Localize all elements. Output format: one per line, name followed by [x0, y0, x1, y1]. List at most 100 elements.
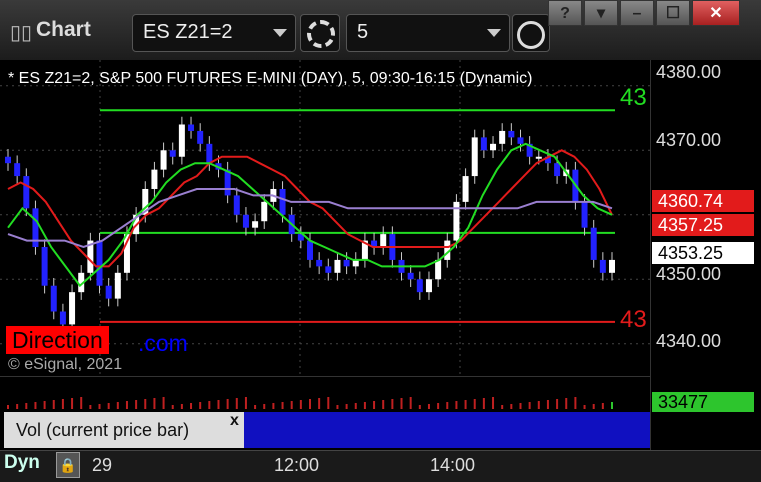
y-tick-label: 4350.00 [656, 264, 722, 284]
candle [169, 150, 176, 157]
volume-bar [89, 405, 92, 409]
candle [242, 214, 249, 228]
volume-bar [199, 402, 202, 409]
volume-bar [43, 401, 46, 409]
candle [462, 176, 469, 202]
chevron-down-icon[interactable] [487, 29, 501, 37]
candle [206, 143, 213, 164]
symbol-value: ES Z21=2 [143, 21, 233, 43]
volume-bar [592, 404, 595, 409]
candle [599, 259, 606, 273]
x-tick-label: 29 [92, 455, 113, 475]
candle [14, 163, 21, 177]
candle [114, 272, 121, 299]
volume-bar [254, 405, 257, 409]
candle [380, 234, 387, 248]
volume-bar [125, 401, 128, 409]
gear-icon[interactable] [300, 14, 340, 52]
x-tick-label: 14:00 [430, 455, 476, 475]
candle [325, 266, 332, 273]
volume-bar [519, 403, 522, 409]
interval-selector[interactable]: 5 [346, 14, 510, 52]
volume-bar [501, 405, 504, 409]
volume-bar [290, 401, 293, 409]
volume-study-bar [244, 412, 650, 448]
volume-bar [226, 399, 229, 409]
candle [407, 272, 414, 280]
candle [307, 240, 313, 260]
window-title: Chart [36, 18, 91, 41]
candle [316, 259, 323, 267]
volume-bar [98, 404, 101, 409]
candle [261, 201, 268, 222]
volume-bar [144, 399, 147, 409]
help-icon[interactable]: ? [548, 0, 582, 26]
close-study-icon[interactable]: x [230, 412, 239, 430]
chart-window-icon[interactable]: ▯▯ [10, 20, 32, 45]
volume-label-text: Vol (current price bar) [16, 420, 190, 440]
candle [554, 163, 561, 177]
price-tag-last: 4353.25 [652, 242, 754, 264]
close-icon[interactable]: ✕ [692, 0, 740, 26]
dropdown-window-icon[interactable]: ▾ [584, 0, 618, 26]
candle [96, 240, 103, 286]
volume-pane[interactable] [0, 376, 650, 413]
chevron-down-icon[interactable] [273, 29, 287, 37]
candle [41, 247, 48, 286]
candle [334, 259, 341, 273]
volume-bar [574, 397, 577, 409]
candle [105, 285, 112, 299]
volume-bar [263, 404, 266, 409]
minimize-icon[interactable]: – [620, 0, 654, 26]
volume-bar [180, 404, 183, 409]
candle [471, 137, 478, 177]
candle [69, 292, 76, 325]
candle [416, 279, 423, 293]
time-axis[interactable] [0, 450, 761, 482]
y-tick-label: 4380.00 [656, 62, 722, 82]
symbol-selector[interactable]: ES Z21=2 [132, 14, 296, 52]
volume-bar [61, 399, 64, 409]
price-tag-level: 4357.25 [652, 214, 754, 236]
volume-bars-svg [7, 397, 613, 409]
lock-icon[interactable]: 🔒 [56, 452, 80, 478]
volume-bar [16, 404, 19, 409]
volume-bar [546, 400, 549, 409]
volume-bar [52, 400, 55, 409]
volume-bar [583, 405, 586, 409]
clock-icon[interactable] [512, 14, 550, 52]
candle [188, 124, 195, 131]
candle [517, 137, 524, 144]
candle [233, 195, 240, 215]
direction-watermark: Direction [6, 326, 109, 354]
candle [590, 227, 597, 260]
volume-bar [455, 401, 458, 409]
volume-bar [309, 399, 311, 409]
direction-watermark-suffix: .com [138, 330, 188, 356]
price-tag-ma: 4360.74 [652, 190, 754, 212]
volume-bar [391, 399, 394, 409]
volume-bar [400, 398, 403, 409]
volume-bar [107, 403, 110, 409]
y-tick-label: 4340.00 [656, 331, 722, 351]
volume-bar [556, 399, 559, 409]
volume-bar [373, 401, 376, 409]
window-title-bar: ▯▯ Chart ES Z21=2 5 ? ▾ – ☐ ✕ [0, 0, 761, 60]
candle [59, 311, 66, 325]
candle [50, 285, 57, 312]
volume-value-tag: 33477 [652, 392, 754, 412]
maximize-icon[interactable]: ☐ [656, 0, 690, 26]
dynamic-mode-label[interactable]: Dyn [4, 452, 40, 474]
red-level-label: 43 [620, 306, 647, 333]
candle [160, 150, 167, 170]
volume-study-label[interactable]: Vol (current price bar) x [4, 412, 244, 448]
candle [197, 130, 204, 144]
volume-bar [336, 405, 339, 409]
volume-bar [427, 404, 430, 409]
volume-axis [650, 376, 761, 450]
volume-bar [437, 403, 440, 409]
volume-bar [80, 397, 83, 409]
volume-bar [299, 400, 302, 409]
candle [425, 279, 432, 293]
volume-bar [409, 397, 412, 409]
